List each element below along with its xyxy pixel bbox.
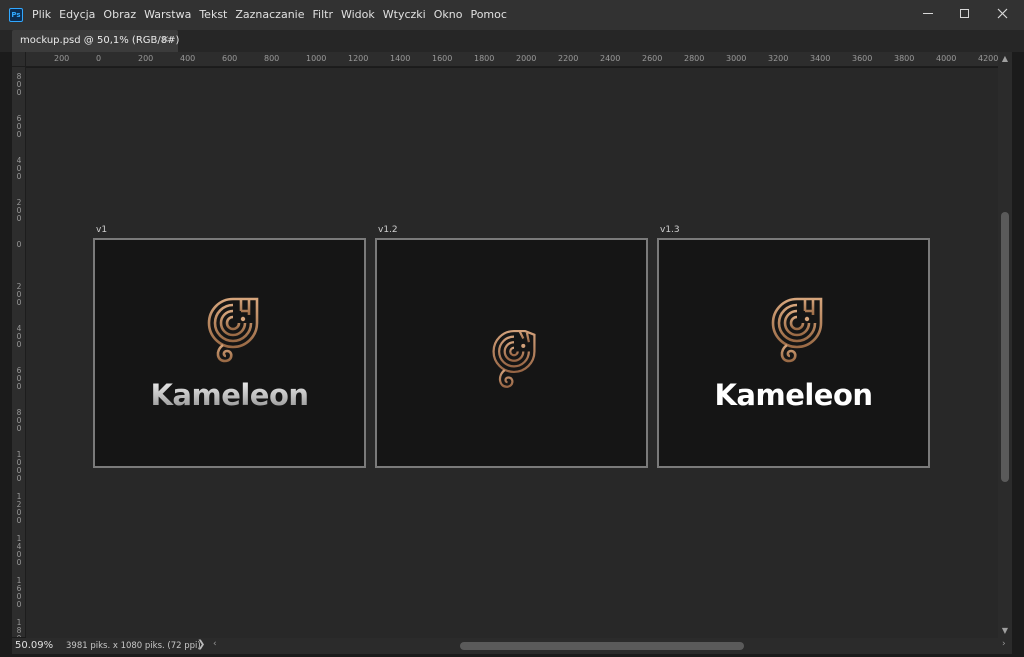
ruler-tick-label: 600 [16, 114, 22, 139]
vertical-scroll-thumb[interactable] [1001, 212, 1009, 482]
ruler-tick-label: 2000 [516, 54, 537, 63]
artboard-v1-2[interactable] [375, 238, 648, 468]
menu-item-warstwa[interactable]: Warstwa [140, 0, 195, 30]
menu-item-obraz[interactable]: Obraz [99, 0, 140, 30]
ruler-tick-label: 1800 [474, 54, 495, 63]
minimize-button[interactable] [908, 0, 948, 26]
menu-item-tekst[interactable]: Tekst [195, 0, 231, 30]
menu-bar: Plik Edycja Obraz Warstwa Tekst Zaznacza… [28, 0, 511, 30]
ruler-corner[interactable] [12, 52, 26, 67]
minimize-icon [923, 12, 933, 14]
document-tab-title: mockup.psd @ 50,1% (RGB/8#) [20, 35, 180, 46]
ruler-tick-label: 3200 [768, 54, 789, 63]
ruler-tick-label: 600 [222, 54, 238, 63]
ruler-tick-label: 1400 [390, 54, 411, 63]
menu-item-edycja[interactable]: Edycja [55, 0, 99, 30]
wordmark-kameleon: Kameleon [714, 378, 873, 412]
menu-item-widok[interactable]: Widok [337, 0, 379, 30]
menu-item-filtr[interactable]: Filtr [309, 0, 337, 30]
ruler-tick-label: 800 [16, 408, 22, 433]
ruler-tick-label: 800 [264, 54, 280, 63]
ruler-tick-label: 1600 [432, 54, 453, 63]
ruler-tick-label: 200 [16, 282, 22, 307]
ruler-tick-label: 1000 [306, 54, 327, 63]
scroll-left-icon[interactable]: ‹ [213, 639, 217, 649]
status-bar: 50.09% 3981 piks. x 1080 piks. (72 ppi) … [12, 638, 1012, 654]
menu-item-pomoc[interactable]: Pomoc [466, 0, 510, 30]
ruler-tick-label: 3400 [810, 54, 831, 63]
ruler-tick-label: 1400 [16, 534, 22, 567]
horizontal-scroll-thumb[interactable] [460, 642, 744, 650]
close-button[interactable] [982, 0, 1022, 26]
vertical-ruler[interactable]: 800 600 400 200 0 200 400 600 800 1000 1200 1400 160… [12, 67, 26, 637]
artboard-v1-3[interactable]: Kameleon [657, 238, 930, 468]
document-canvas[interactable]: v1 Kameleon v1.2 v1.3 Kameleon [26, 68, 998, 638]
scroll-up-icon[interactable]: ▲ [998, 52, 1012, 66]
artboard-label-v1[interactable]: v1 [96, 225, 107, 235]
ruler-tick-label: 3000 [726, 54, 747, 63]
maximize-icon [959, 8, 969, 18]
status-menu-arrow-icon[interactable]: ❯ [197, 639, 205, 650]
wordmark-kameleon: Kameleon [95, 378, 364, 412]
chameleon-logo-icon [771, 297, 823, 363]
ruler-tick-label: 3800 [894, 54, 915, 63]
ruler-tick-label: 200 [54, 54, 70, 63]
ruler-tick-label: 2400 [600, 54, 621, 63]
ruler-tick-label: 0 [16, 240, 22, 249]
zoom-level[interactable]: 50.09% [15, 640, 53, 651]
menu-item-plik[interactable]: Plik [28, 0, 55, 30]
ruler-tick-label: 3600 [852, 54, 873, 63]
ruler-tick-label: 1000 [16, 450, 22, 483]
ruler-tick-label: 4000 [936, 54, 957, 63]
scroll-right-icon[interactable]: › [1002, 639, 1006, 649]
document-info: 3981 piks. x 1080 piks. (72 ppi) [66, 641, 201, 651]
ruler-tick-label: 1800 [16, 618, 22, 638]
chameleon-logo-icon [492, 329, 536, 388]
menu-item-okno[interactable]: Okno [430, 0, 467, 30]
ruler-tick-label: 1200 [348, 54, 369, 63]
ruler-tick-label: 200 [138, 54, 154, 63]
ruler-tick-label: 1600 [16, 576, 22, 609]
artboard-v1[interactable]: Kameleon [93, 238, 366, 468]
scroll-down-icon[interactable]: ▼ [998, 624, 1012, 638]
ruler-tick-label: 600 [16, 366, 22, 391]
menu-item-zaznaczanie[interactable]: Zaznaczanie [231, 0, 308, 30]
close-icon [997, 8, 1007, 18]
horizontal-ruler[interactable]: 200 0 200 400 600 800 1000 1200 1400 1600 1800 2000… [26, 52, 998, 67]
ruler-tick-label: 1200 [16, 492, 22, 525]
maximize-button[interactable] [944, 0, 984, 26]
ruler-tick-label: 800 [16, 72, 22, 97]
tab-close-icon[interactable]: × [161, 34, 169, 45]
ruler-tick-label: 400 [16, 156, 22, 181]
photoshop-icon[interactable]: Ps [9, 8, 23, 22]
artboard-label-v1-3[interactable]: v1.3 [660, 225, 680, 235]
vertical-scrollbar[interactable]: ▲ ▼ [998, 52, 1012, 638]
ruler-tick-label: 400 [16, 324, 22, 349]
ruler-tick-label: 4200 [978, 54, 998, 63]
ruler-tick-label: 400 [180, 54, 196, 63]
title-bar: Ps Plik Edycja Obraz Warstwa Tekst Zazna… [0, 0, 1024, 30]
artboard-label-v1-2[interactable]: v1.2 [378, 225, 398, 235]
ruler-tick-label: 2800 [684, 54, 705, 63]
document-tab[interactable]: mockup.psd @ 50,1% (RGB/8#) × [12, 30, 180, 53]
chameleon-logo-icon [207, 297, 259, 363]
ruler-tick-label: 2600 [642, 54, 663, 63]
menu-item-wtyczki[interactable]: Wtyczki [379, 0, 430, 30]
ruler-tick-label: 200 [16, 198, 22, 223]
ruler-tick-label: 2200 [558, 54, 579, 63]
ruler-tick-label: 0 [96, 54, 102, 63]
